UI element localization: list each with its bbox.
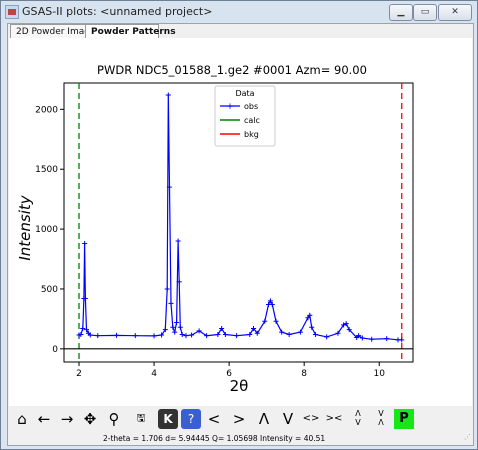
- y-tick-label: 2000: [35, 105, 58, 115]
- zoom-button[interactable]: ⚲: [104, 409, 124, 429]
- legend: Data + obs calc bkg: [214, 85, 276, 147]
- x-axis-label: 2θ: [230, 377, 249, 395]
- minimize-button[interactable]: ▁: [389, 4, 413, 21]
- shift-left-button[interactable]: <: [204, 409, 224, 429]
- save-button[interactable]: 🖫: [131, 409, 151, 429]
- plot-canvas[interactable]: PWDR NDC5_01588_1.ge2 #0001 Azm= 90.00 2…: [9, 38, 472, 417]
- key-help-button[interactable]: K: [158, 409, 178, 429]
- client-area: 2D Powder Image Powder Patterns PWDR NDC…: [7, 23, 474, 446]
- plot-window: GSAS-II plots: <unnamed project> ▁ ▭ ✕ 2…: [0, 0, 478, 450]
- status-bar: 2-theta = 1.706 d= 5.94445 Q= 1.05698 In…: [8, 432, 473, 445]
- y-tick-label: 1000: [35, 225, 58, 235]
- chart[interactable]: PWDR NDC5_01588_1.ge2 #0001 Azm= 90.00 2…: [9, 38, 472, 406]
- maximize-button[interactable]: ▭: [413, 4, 437, 21]
- legend-bkg: bkg: [244, 130, 259, 139]
- legend-calc: calc: [244, 116, 260, 125]
- tab-2d-powder-image[interactable]: 2D Powder Image: [10, 24, 96, 39]
- expand-x-button[interactable]: <>: [301, 409, 321, 429]
- shift-right-button[interactable]: >: [229, 409, 249, 429]
- window-title: GSAS-II plots: <unnamed project>: [22, 5, 213, 18]
- y-tick-label: 0: [52, 345, 58, 355]
- resize-grip-icon[interactable]: ⋰: [464, 431, 471, 444]
- y-axis-label: Intensity: [16, 194, 34, 260]
- x-tick-label: 8: [301, 369, 307, 379]
- shrink-x-button[interactable]: ><: [324, 409, 344, 429]
- title-bar[interactable]: GSAS-II plots: <unnamed project> ▁ ▭ ✕: [1, 1, 477, 23]
- expand-y-button[interactable]: Λ V: [348, 409, 368, 429]
- legend-title: Data: [235, 89, 254, 98]
- status-readout: 2-theta = 1.706 d= 5.94445 Q= 1.05698 In…: [103, 434, 326, 443]
- home-button[interactable]: ⌂: [12, 409, 32, 429]
- close-button[interactable]: ✕: [438, 4, 472, 21]
- x-tick-label: 2: [76, 369, 82, 379]
- svg-text:+: +: [226, 102, 234, 112]
- legend-obs: obs: [244, 102, 258, 111]
- forward-button[interactable]: →: [57, 409, 77, 429]
- y-tick-label: 500: [41, 285, 58, 295]
- publish-button[interactable]: P: [394, 409, 414, 429]
- shrink-y-button[interactable]: V Λ: [371, 409, 391, 429]
- help-button[interactable]: ?: [181, 409, 201, 429]
- chart-title: PWDR NDC5_01588_1.ge2 #0001 Azm= 90.00: [97, 63, 367, 77]
- y-tick-label: 1500: [35, 165, 58, 175]
- plot-toolbar: ⌂ ← → ✥ ⚲ 🖫 K? < > Λ V <> >< Λ VV ΛP: [8, 406, 473, 432]
- shift-up-button[interactable]: Λ: [254, 409, 274, 429]
- back-button[interactable]: ←: [34, 409, 54, 429]
- x-tick-label: 4: [151, 369, 157, 379]
- pan-button[interactable]: ✥: [80, 409, 100, 429]
- x-tick-label: 10: [373, 369, 385, 379]
- shift-down-button[interactable]: V: [278, 409, 298, 429]
- app-icon: [5, 5, 19, 19]
